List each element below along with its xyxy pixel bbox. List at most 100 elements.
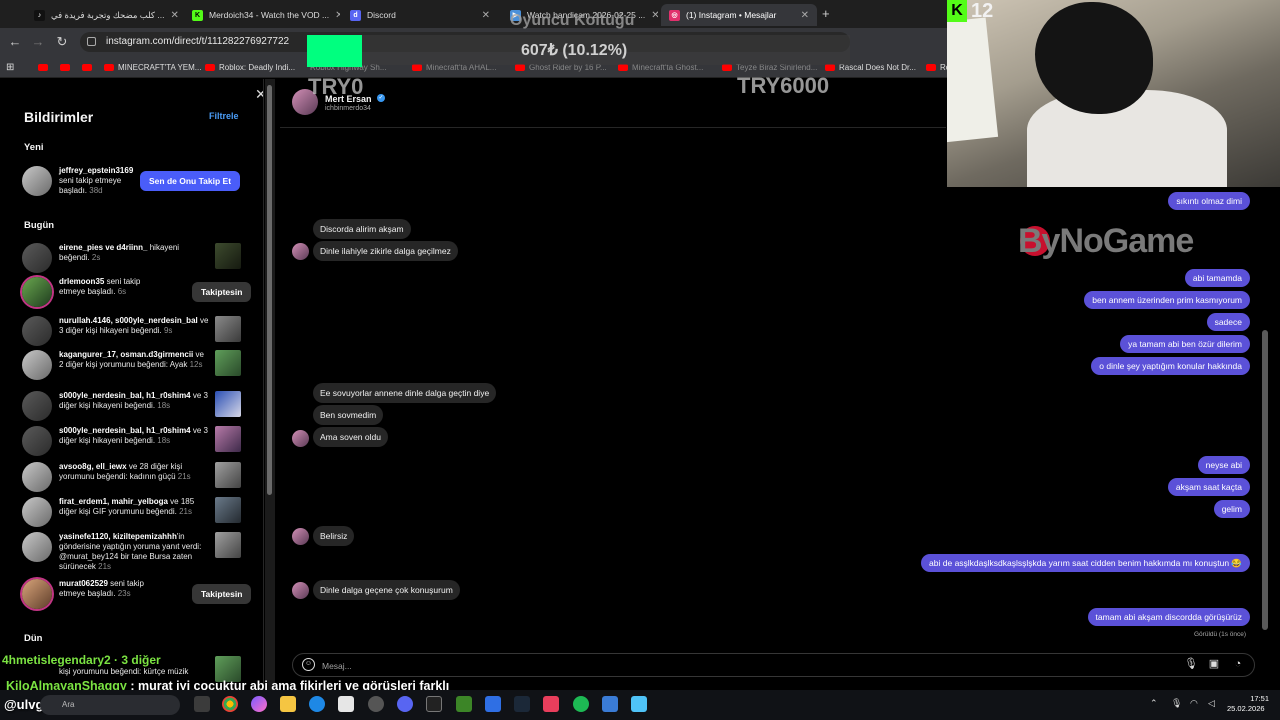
avatar[interactable] [22,350,52,380]
bookmark-item[interactable] [82,60,92,74]
post-thumbnail[interactable] [215,462,241,488]
discord-icon[interactable] [397,696,413,712]
avatar[interactable] [292,430,309,447]
notification-item[interactable]: drlemoon35 seni takip etmeye başladı. 6s… [22,277,252,307]
notification-item[interactable]: s000yle_nerdesin_bal, h1_r0shim4 ve 3 di… [22,426,244,456]
apps-icon[interactable]: ⊞ [6,60,14,74]
avatar[interactable] [22,497,52,527]
tab-discord[interactable]: d Discord ✕ [342,4,498,26]
message-outgoing[interactable]: tamam abi akşam discordda görüşürüz [1087,608,1250,626]
volume-icon[interactable]: ◁ [1208,698,1215,709]
post-thumbnail[interactable] [215,532,241,558]
message-outgoing[interactable]: sadece [1206,313,1250,331]
avatar[interactable] [22,277,52,307]
app-icon[interactable] [485,696,501,712]
bookmark-item[interactable] [38,60,52,74]
message-outgoing[interactable]: ben annem üzerinden prim kasmıyorum [1084,291,1250,309]
message-outgoing[interactable]: ya tamam abi ben özür dilerim [1120,335,1250,353]
post-thumbnail[interactable] [215,426,241,452]
bookmark-item[interactable] [60,60,74,74]
avatar[interactable] [22,532,52,562]
following-button[interactable]: Takiptesin [192,584,252,604]
message-outgoing[interactable]: abi tamamda [1184,269,1250,287]
notification-item[interactable]: eirene_pies ve d4riinn_ hikayeni beğendi… [22,243,244,273]
avatar[interactable] [22,579,52,609]
message-incoming[interactable]: Ben sovmedim [313,405,384,425]
emoji-icon[interactable]: ☺ [302,658,315,671]
microphone-icon[interactable]: 🎙 [1171,698,1182,709]
message-outgoing[interactable]: neyse abi [1197,456,1250,474]
filter-button[interactable]: Filtrele [209,111,239,121]
notification-item[interactable]: yasinefe1120, kiziltepemizahhh'in gönder… [22,532,244,576]
message-incoming[interactable]: Dinle ilahiyle zikirle dalga geçilmez [313,241,458,261]
reload-icon[interactable]: ↻ [53,33,71,51]
message-outgoing[interactable]: abi de asşlkdaşlksdkaşlsşlşkda yarım saa… [921,554,1250,572]
close-icon[interactable]: ✕ [335,10,340,21]
taskbar-search[interactable]: Ara [40,695,180,715]
chevron-up-icon[interactable]: ⌃ [1150,698,1158,709]
spotify-icon[interactable] [573,696,589,712]
notification-item[interactable]: s000yle_nerdesin_bal, h1_r0shim4 ve 3 di… [22,391,244,421]
post-thumbnail[interactable] [215,497,241,523]
post-thumbnail[interactable] [215,243,241,269]
back-icon[interactable]: ← [6,33,24,51]
new-tab-icon[interactable]: + [822,6,830,21]
close-icon[interactable]: ✕ [170,10,178,21]
tab-kick[interactable]: K Merdoich34 - Watch the VOD ... ✕ [184,4,340,26]
post-thumbnail[interactable] [215,391,241,417]
avatar[interactable] [22,243,52,273]
post-thumbnail[interactable] [215,316,241,342]
close-icon[interactable]: ✕ [801,10,809,21]
message-outgoing[interactable]: sıkıntı olmaz dimi [1168,192,1250,210]
close-icon[interactable]: ✕ [482,10,490,21]
copilot-icon[interactable] [251,696,267,712]
avatar[interactable] [22,391,52,421]
close-icon[interactable]: ✕ [651,10,658,21]
wifi-icon[interactable]: ◠ [1190,698,1198,709]
app-icon[interactable] [602,696,618,712]
tab-tiktok[interactable]: ♪ كلب مضحك وتجربة فريدة في ... ✕ [26,4,178,26]
message-incoming[interactable]: Discorda alirim akşam [313,219,411,239]
avatar[interactable] [292,243,309,260]
edge-icon[interactable] [309,696,325,712]
clock-time[interactable]: 17:51 [1245,694,1269,703]
github-icon[interactable] [368,696,384,712]
chat-scrollbar[interactable] [1262,330,1268,630]
task-view-icon[interactable] [194,696,210,712]
close-icon[interactable]: ✕ [255,86,263,103]
sticker-icon[interactable]: ◔ [1231,657,1245,671]
file-explorer-icon[interactable] [280,696,296,712]
notepad-icon[interactable] [631,696,647,712]
minecraft-icon[interactable] [456,696,472,712]
notification-item[interactable]: murat062529 seni takip etmeye başladı. 2… [22,579,252,609]
avatar[interactable] [22,426,52,456]
image-icon[interactable]: ▣ [1207,657,1221,671]
message-outgoing[interactable]: gelim [1213,500,1250,518]
site-info-icon[interactable] [87,37,96,46]
bookmark-item[interactable]: Roblox: Deadly Indi... [205,60,295,74]
avatar[interactable] [22,166,52,196]
follow-back-button[interactable]: Sen de Onu Takip Et [140,171,241,191]
message-outgoing[interactable]: akşam saat kaçta [1167,478,1250,496]
chrome-icon[interactable] [222,696,238,712]
clock-date[interactable]: 25.02.2026 [1227,704,1265,713]
scrollbar-thumb[interactable] [267,85,272,495]
notifications-scrollbar[interactable] [265,79,275,690]
message-incoming[interactable]: Ama soven oldu [313,427,388,447]
microphone-icon[interactable]: 🎙 [1184,657,1198,671]
bandicam-icon[interactable] [543,696,559,712]
message-incoming[interactable]: Dinle dalga geçene çok konuşurum [313,580,460,600]
following-button[interactable]: Takiptesin [192,282,252,302]
notification-item[interactable]: kagangurer_17, osman.d3girmencii ve 2 di… [22,350,244,384]
notification-item[interactable]: jeffrey_epstein3169 seni takip etmeye ba… [22,166,244,196]
notification-item[interactable]: nurullah.4146, s000yle_nerdesin_bal ve 3… [22,316,244,346]
post-thumbnail[interactable] [215,350,241,376]
avatar[interactable] [22,462,52,492]
capcut-icon[interactable] [426,696,442,712]
notification-item[interactable]: avsoo8g, ell_iewx ve 28 diğer kişi yorum… [22,462,244,492]
notification-item[interactable]: firat_erdem1, mahir_yelboga ve 185 diğer… [22,497,244,527]
tab-instagram[interactable]: ◎ (1) Instagram • Mesajlar ✕ [661,4,817,26]
avatar[interactable] [22,316,52,346]
bookmark-item[interactable]: MINECRAFT'TA YEM... [104,60,201,74]
steam-icon[interactable] [514,696,530,712]
